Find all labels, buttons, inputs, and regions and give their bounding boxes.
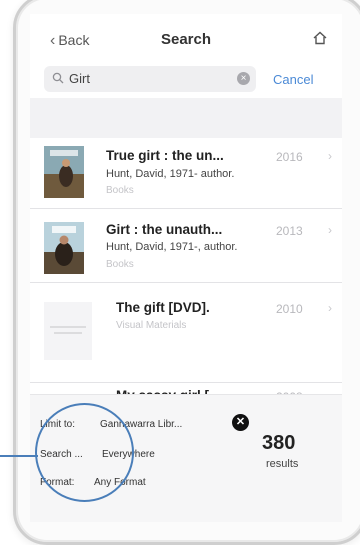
result-title: The gift [DVD]. (116, 300, 210, 315)
page-title: Search (160, 31, 212, 48)
cancel-button[interactable]: Cancel (273, 72, 313, 87)
no-image-placeholder (44, 302, 92, 360)
chevron-right-icon: › (328, 301, 332, 315)
result-year: 2016 (276, 150, 303, 164)
result-count-label: results (266, 458, 299, 470)
list-item[interactable]: Girt : the unauth... 2013 › Hunt, David,… (30, 208, 342, 283)
results-header (30, 98, 342, 138)
home-icon[interactable] (312, 30, 328, 46)
list-item[interactable]: True girt : the un... 2016 › Hunt, David… (30, 138, 342, 209)
result-count: 380 (262, 432, 296, 454)
clear-icon[interactable]: × (237, 72, 250, 85)
result-type: Visual Materials (116, 320, 187, 331)
result-title: Girt : the unauth... (106, 222, 223, 237)
nav-bar: ‹ Back Search (30, 14, 342, 60)
annotation-line (0, 455, 38, 457)
list-item[interactable]: The gift [DVD]. 2010 › Visual Materials (30, 282, 342, 383)
result-author: Hunt, David, 1971-, author. (106, 241, 238, 253)
search-query: Girt (69, 71, 90, 86)
result-title: True girt : the un... (106, 148, 224, 163)
chevron-right-icon: › (328, 223, 332, 237)
search-icon (52, 72, 64, 84)
result-year: 2010 (276, 302, 303, 316)
search-input[interactable]: Girt × (44, 66, 256, 92)
result-type: Books (106, 185, 134, 196)
book-cover-thumbnail (44, 222, 84, 274)
result-year: 2013 (276, 224, 303, 238)
result-author: Hunt, David, 1971- author. (106, 168, 235, 180)
close-icon[interactable]: ✕ (232, 414, 249, 431)
list-item[interactable]: My sassy girl [ 2008 (30, 382, 342, 404)
chevron-right-icon: › (328, 149, 332, 163)
search-row: Girt × Cancel (30, 60, 342, 96)
result-type: Books (106, 259, 134, 270)
annotation-circle (35, 403, 134, 502)
book-cover-thumbnail (44, 146, 84, 198)
